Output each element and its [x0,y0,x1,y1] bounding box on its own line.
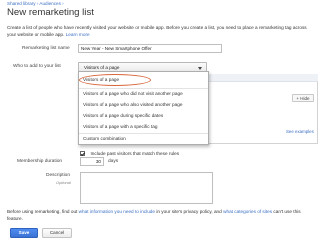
dropdown-option-also-visited[interactable]: Visitors of a page who also visited anot… [83,102,182,107]
dropdown-option-did-not-visit[interactable]: Visitors of a page who did not visit ano… [83,91,183,96]
page-title: New remarketing list [7,7,94,18]
learn-more-link[interactable]: Learn more [66,32,90,37]
cancel-button[interactable]: Cancel [42,228,72,238]
days-label: days [108,159,119,164]
dropdown-option-specific-dates[interactable]: Visitors of a page during specific dates [83,113,163,118]
privacy-info-link[interactable]: what information you need to include [79,209,155,214]
footer-text: Before using remarketing, find out what … [7,209,317,223]
dropdown-divider [79,133,208,134]
footer-text-2: in your site's privacy policy, and [156,209,222,214]
dropdown-option-visitors-of-page[interactable]: Visitors of a page [83,77,119,82]
dropdown-divider [79,88,208,89]
select-value: Visitors of a page [84,65,120,70]
description-label: Description [46,173,70,178]
intro-text: Create a list of people who have recentl… [7,25,315,39]
membership-duration-label: Membership duration [17,159,63,164]
dropdown-option-specific-tag[interactable]: Visitors of a page with a specific tag [83,124,157,129]
membership-duration-input[interactable] [80,157,104,166]
list-name-label: Remarketing list name [22,46,70,51]
description-textarea[interactable] [80,172,213,204]
chevron-down-icon [198,67,202,70]
list-name-input[interactable] [78,44,222,53]
who-to-add-dropdown: Visitors of a page Visitors of a page wh… [78,71,209,145]
hide-button[interactable]: + Hide [292,94,314,102]
who-to-add-label: Who to add to your list [13,64,61,69]
footer-text-1: Before using remarketing, find out [7,209,78,214]
include-past-visitors-checkbox[interactable] [80,151,85,157]
intro-body: Create a list of people who have recentl… [7,25,307,37]
save-button[interactable]: Save [10,228,38,238]
breadcrumb[interactable]: Shared library › Audiences › [7,1,64,6]
see-examples-link[interactable]: See examples [286,129,314,134]
description-optional-label: Optional [56,180,71,185]
dropdown-option-custom-combination[interactable]: Custom combination [83,136,126,141]
include-past-visitors-label: Include past visitors that match these r… [90,151,180,157]
site-categories-link[interactable]: what categories of sites [223,209,272,214]
